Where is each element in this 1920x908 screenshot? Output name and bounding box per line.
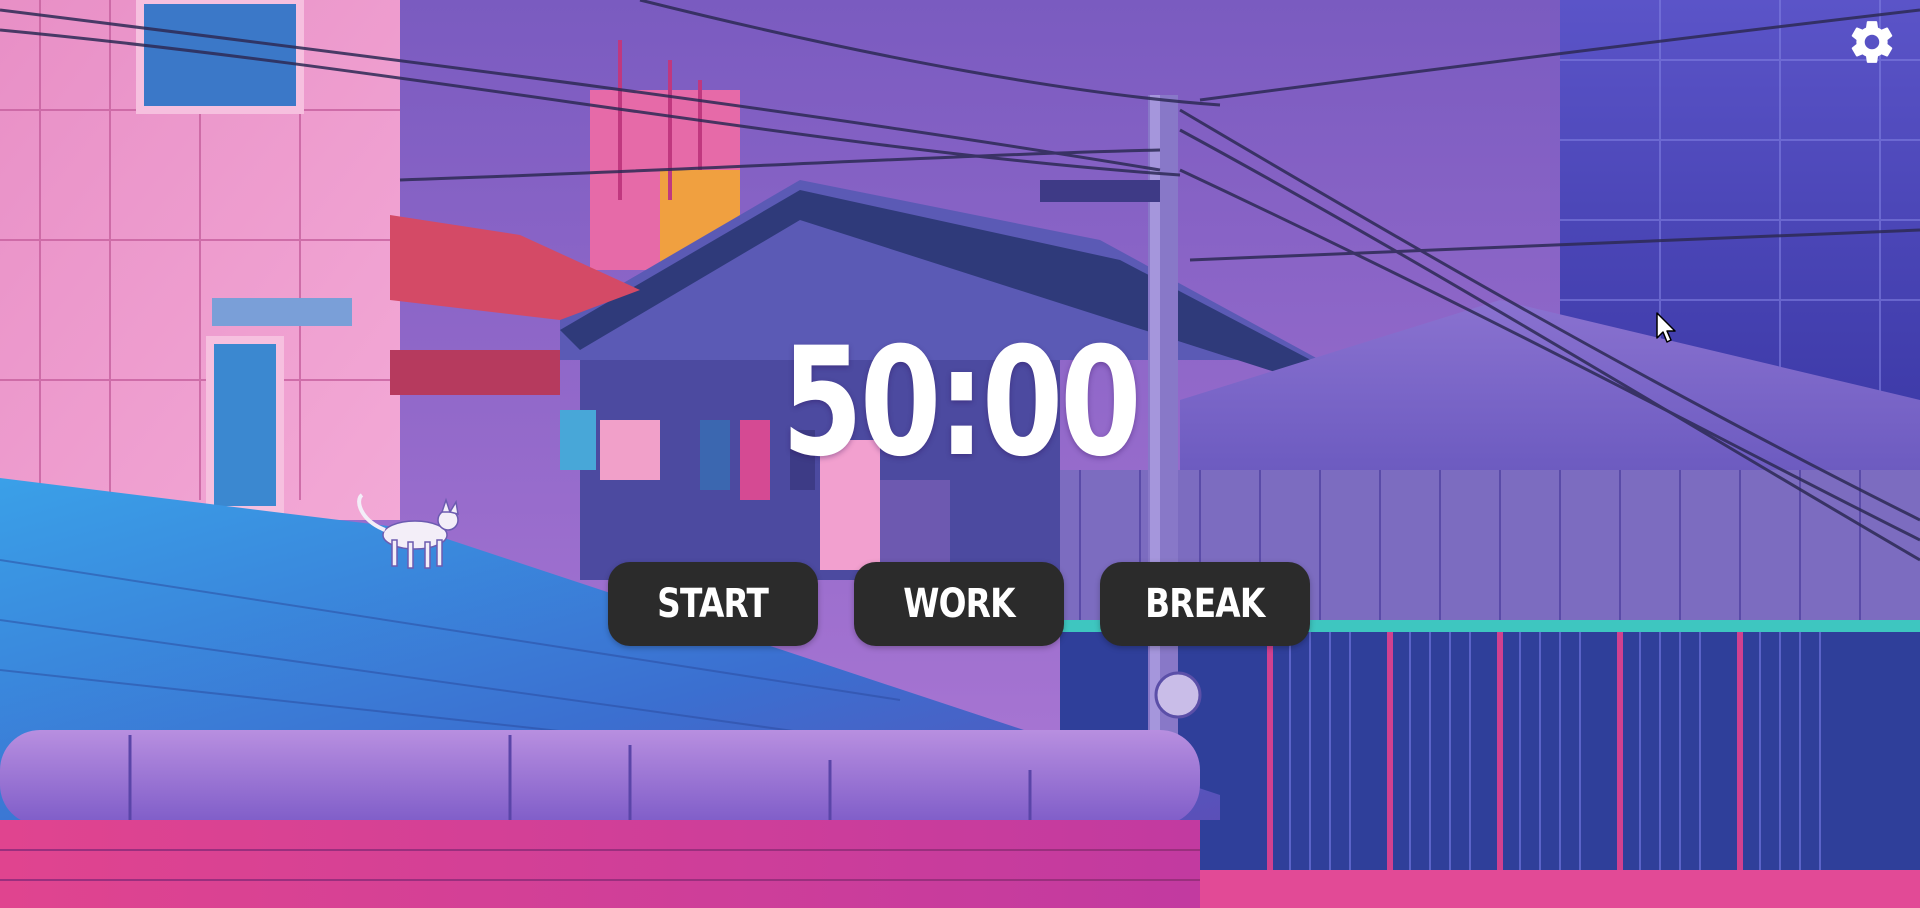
start-button-label: START (657, 581, 770, 627)
break-button[interactable]: BREAK (1100, 562, 1310, 646)
timer-display: 50:00 (781, 316, 1142, 490)
work-button-label: WORK (903, 581, 1015, 627)
timer-controls: START WORK BREAK (608, 562, 1310, 646)
gear-icon (1847, 17, 1897, 72)
settings-button[interactable] (1846, 18, 1898, 70)
work-button[interactable]: WORK (854, 562, 1064, 646)
break-button-label: BREAK (1145, 581, 1265, 627)
start-button[interactable]: START (608, 562, 818, 646)
